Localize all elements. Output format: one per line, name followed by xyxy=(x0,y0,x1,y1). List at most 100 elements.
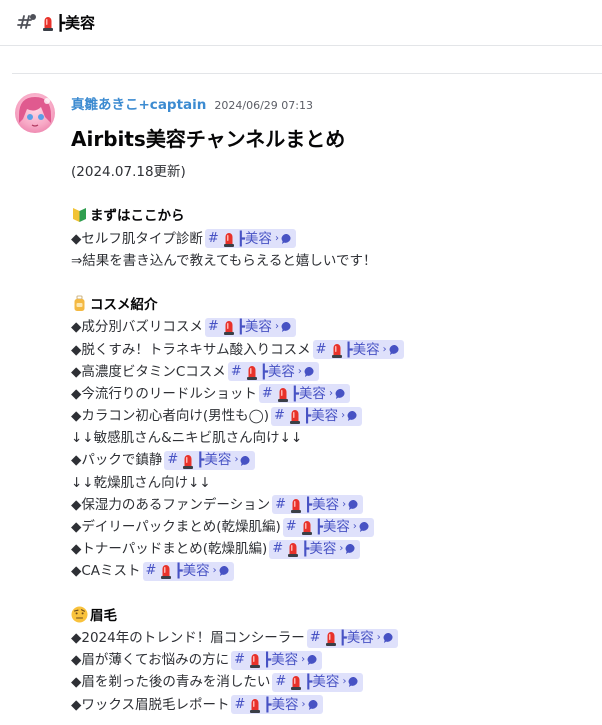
raised-eyebrow-face-icon xyxy=(71,606,88,623)
section-heading-text: コスメ紹介 xyxy=(90,297,158,314)
channel-mention-label: ┣美容 xyxy=(301,541,337,558)
thread-bubble-icon xyxy=(349,677,358,688)
channel-mention-label: ┣美容 xyxy=(344,341,380,358)
message: 真雛あきこ+captain 2024/06/29 07:13 Airbits美容… xyxy=(71,93,592,716)
avatar[interactable] xyxy=(15,93,55,133)
channel-mention-link[interactable]: # ┣美容 › xyxy=(271,406,363,426)
list-item: ◆CAミスト # ┣美容 › xyxy=(71,560,592,582)
section-heading: まずはここから xyxy=(71,205,592,227)
updated-date: (2024.07.18更新) xyxy=(71,164,186,180)
list-item-text: ◆保湿力のあるファンデーション xyxy=(71,496,271,513)
list-item-text: ◆脱くすみ！トラネキサム酸入りコスメ xyxy=(71,341,311,358)
channel-mention-label: ┣美容 xyxy=(314,519,350,535)
thread-bubble-icon xyxy=(281,322,291,333)
message-timestamp[interactable]: 2024/06/29 07:13 xyxy=(214,99,313,112)
hash-icon: # xyxy=(315,341,327,357)
hash-icon: # xyxy=(274,408,285,424)
list-item-text: ◆眉を剃った後の青みを消したい xyxy=(71,674,271,691)
channel-mention-link[interactable]: # ┣美容 › xyxy=(312,340,404,360)
list-item: ◆保湿力のあるファンデーション # ┣美容 › xyxy=(71,494,592,516)
chevron-right-icon: › xyxy=(301,654,306,666)
siren-icon xyxy=(43,16,53,31)
section-heading-text: まずはここから xyxy=(90,208,185,225)
siren-icon xyxy=(288,543,299,558)
hash-icon: # xyxy=(234,652,245,668)
channel-title: ┣美容 xyxy=(42,12,95,33)
thread-bubble-icon xyxy=(389,344,399,355)
message-header: 真雛あきこ+captain 2024/06/29 07:13 xyxy=(71,93,592,115)
siren-icon xyxy=(223,321,234,336)
chevron-right-icon: › xyxy=(376,631,381,643)
channel-mention-link[interactable]: # ┣美容 › xyxy=(272,672,364,692)
chevron-right-icon: › xyxy=(342,498,347,510)
list-item: ↓↓敏感肌さん&ニキビ肌さん向け↓↓ xyxy=(71,427,592,449)
channel-mention-label: ┣美容 xyxy=(262,652,299,669)
list-item: ◆脱くすみ！トラネキサム酸入りコスメ # ┣美容 › xyxy=(71,339,592,361)
channel-mention-label: ┣美容 xyxy=(338,629,374,646)
channel-mention-label: ┣美容 xyxy=(174,563,210,580)
hash-icon: # xyxy=(275,496,287,512)
siren-icon xyxy=(325,632,336,647)
message-body: まずはここから ◆セルフ肌タイプ診断 # ┣美容 › ⇒結果を書き込んで教えてもらえると嬉… xyxy=(71,183,592,716)
list-item: ◆セルフ肌タイプ診断 # ┣美容 › xyxy=(71,228,592,250)
channel-mention-label: ┣美容 xyxy=(236,230,272,247)
thread-bubble-icon xyxy=(348,499,358,510)
chevron-right-icon: › xyxy=(274,232,279,244)
text-channel-thread-icon xyxy=(16,12,38,34)
channel-mention-label: ┣美容 xyxy=(259,363,295,380)
chevron-right-icon: › xyxy=(234,454,239,466)
section-heading-text: 眉毛 xyxy=(90,607,117,624)
list-item: ◆トナーパッドまとめ(乾燥肌編) # ┣美容 › xyxy=(71,538,592,560)
channel-mention-link[interactable]: # ┣美容 › xyxy=(231,650,323,670)
siren-icon xyxy=(223,232,234,247)
thread-bubble-icon xyxy=(281,233,291,244)
channel-mention-label: ┣美容 xyxy=(304,496,340,513)
list-item-text: ↓↓乾燥肌さん向け↓↓ xyxy=(71,474,211,491)
chevron-right-icon: › xyxy=(274,321,279,333)
siren-icon xyxy=(249,654,260,669)
list-item-text: ◆今流行りのリードルショット xyxy=(71,385,257,402)
list-item-text: ◆デイリーパックまとめ(乾燥肌編) xyxy=(71,519,281,535)
siren-icon xyxy=(277,387,288,402)
channel-mention-link[interactable]: # ┣美容 › xyxy=(204,317,296,337)
list-item: ◆成分別バズリコスメ # ┣美容 › xyxy=(71,316,592,338)
thread-bubble-icon xyxy=(307,655,317,666)
thread-bubble-icon xyxy=(304,366,314,377)
thread-bubble-icon xyxy=(308,699,318,710)
channel-mention-label: ┣美容 xyxy=(290,385,326,402)
siren-icon xyxy=(291,676,302,691)
list-item: ◆高濃度ビタミンCコスメ # ┣美容 › xyxy=(71,361,592,383)
hash-icon: # xyxy=(167,452,179,468)
hash-icon: # xyxy=(234,696,246,712)
channel-mention-link[interactable]: # ┣美容 › xyxy=(164,451,256,471)
siren-icon xyxy=(161,565,172,580)
channel-mention-link[interactable]: # ┣美容 › xyxy=(258,384,350,404)
channel-mention-link[interactable]: # ┣美容 › xyxy=(142,561,234,581)
channel-mention-link[interactable]: # ┣美容 › xyxy=(272,495,364,515)
channel-header: ┣美容 xyxy=(0,0,602,46)
thread-bubble-icon xyxy=(359,522,369,533)
thread-bubble-icon xyxy=(335,388,345,399)
chevron-right-icon: › xyxy=(382,343,387,355)
channel-mention-label: ┣美容 xyxy=(302,408,339,425)
lotion-bottle-icon xyxy=(71,295,88,312)
channel-mention-link[interactable]: # ┣美容 › xyxy=(306,628,398,648)
channel-mention-link[interactable]: # ┣美容 › xyxy=(231,695,323,715)
section-heading: コスメ紹介 xyxy=(71,294,592,316)
channel-mention-label: ┣美容 xyxy=(263,696,299,713)
channel-mention-link[interactable]: # ┣美容 › xyxy=(204,229,296,249)
hash-icon: # xyxy=(207,319,219,335)
channel-mention-link[interactable]: # ┣美容 › xyxy=(227,362,319,382)
hash-icon: # xyxy=(261,385,273,401)
chevron-right-icon: › xyxy=(341,410,346,422)
hash-icon: # xyxy=(285,519,297,534)
list-item: ◆2024年のトレンド！眉コンシーラー # ┣美容 › xyxy=(71,627,592,649)
channel-mention-link[interactable]: # ┣美容 › xyxy=(282,517,374,537)
chevron-right-icon: › xyxy=(212,565,217,577)
channel-mention-link[interactable]: # ┣美容 › xyxy=(269,539,361,559)
hash-icon: # xyxy=(309,629,321,645)
author-name[interactable]: 真雛あきこ+captain xyxy=(71,93,206,113)
channel-mention-label: ┣美容 xyxy=(304,674,340,691)
